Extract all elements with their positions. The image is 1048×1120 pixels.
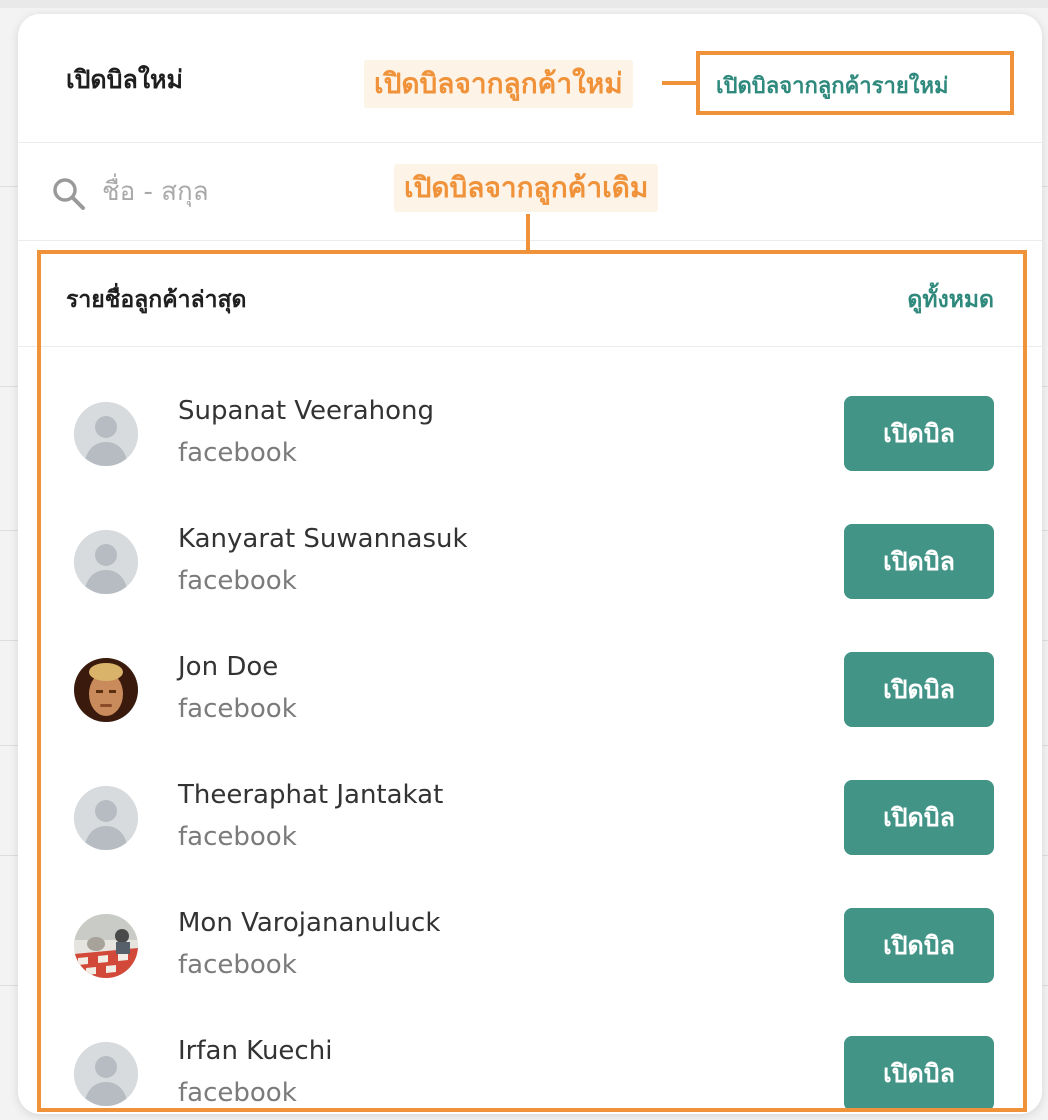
annotation-recent-list-box bbox=[37, 250, 1027, 1112]
background-topbar bbox=[0, 0, 1048, 8]
modal-title: เปิดบิลใหม่ bbox=[66, 65, 184, 94]
search-divider bbox=[18, 240, 1042, 241]
annotation-connector-line bbox=[526, 214, 530, 252]
annotation-new-customer-label: เปิดบิลจากลูกค้าใหม่ bbox=[364, 60, 633, 108]
annotation-existing-customer-label: เปิดบิลจากลูกค้าเดิม bbox=[394, 164, 659, 212]
annotation-connector-line bbox=[662, 81, 698, 85]
search-icon bbox=[53, 178, 85, 210]
new-customer-link[interactable]: เปิดบิลจากลูกค้ารายใหม่ bbox=[716, 68, 948, 103]
